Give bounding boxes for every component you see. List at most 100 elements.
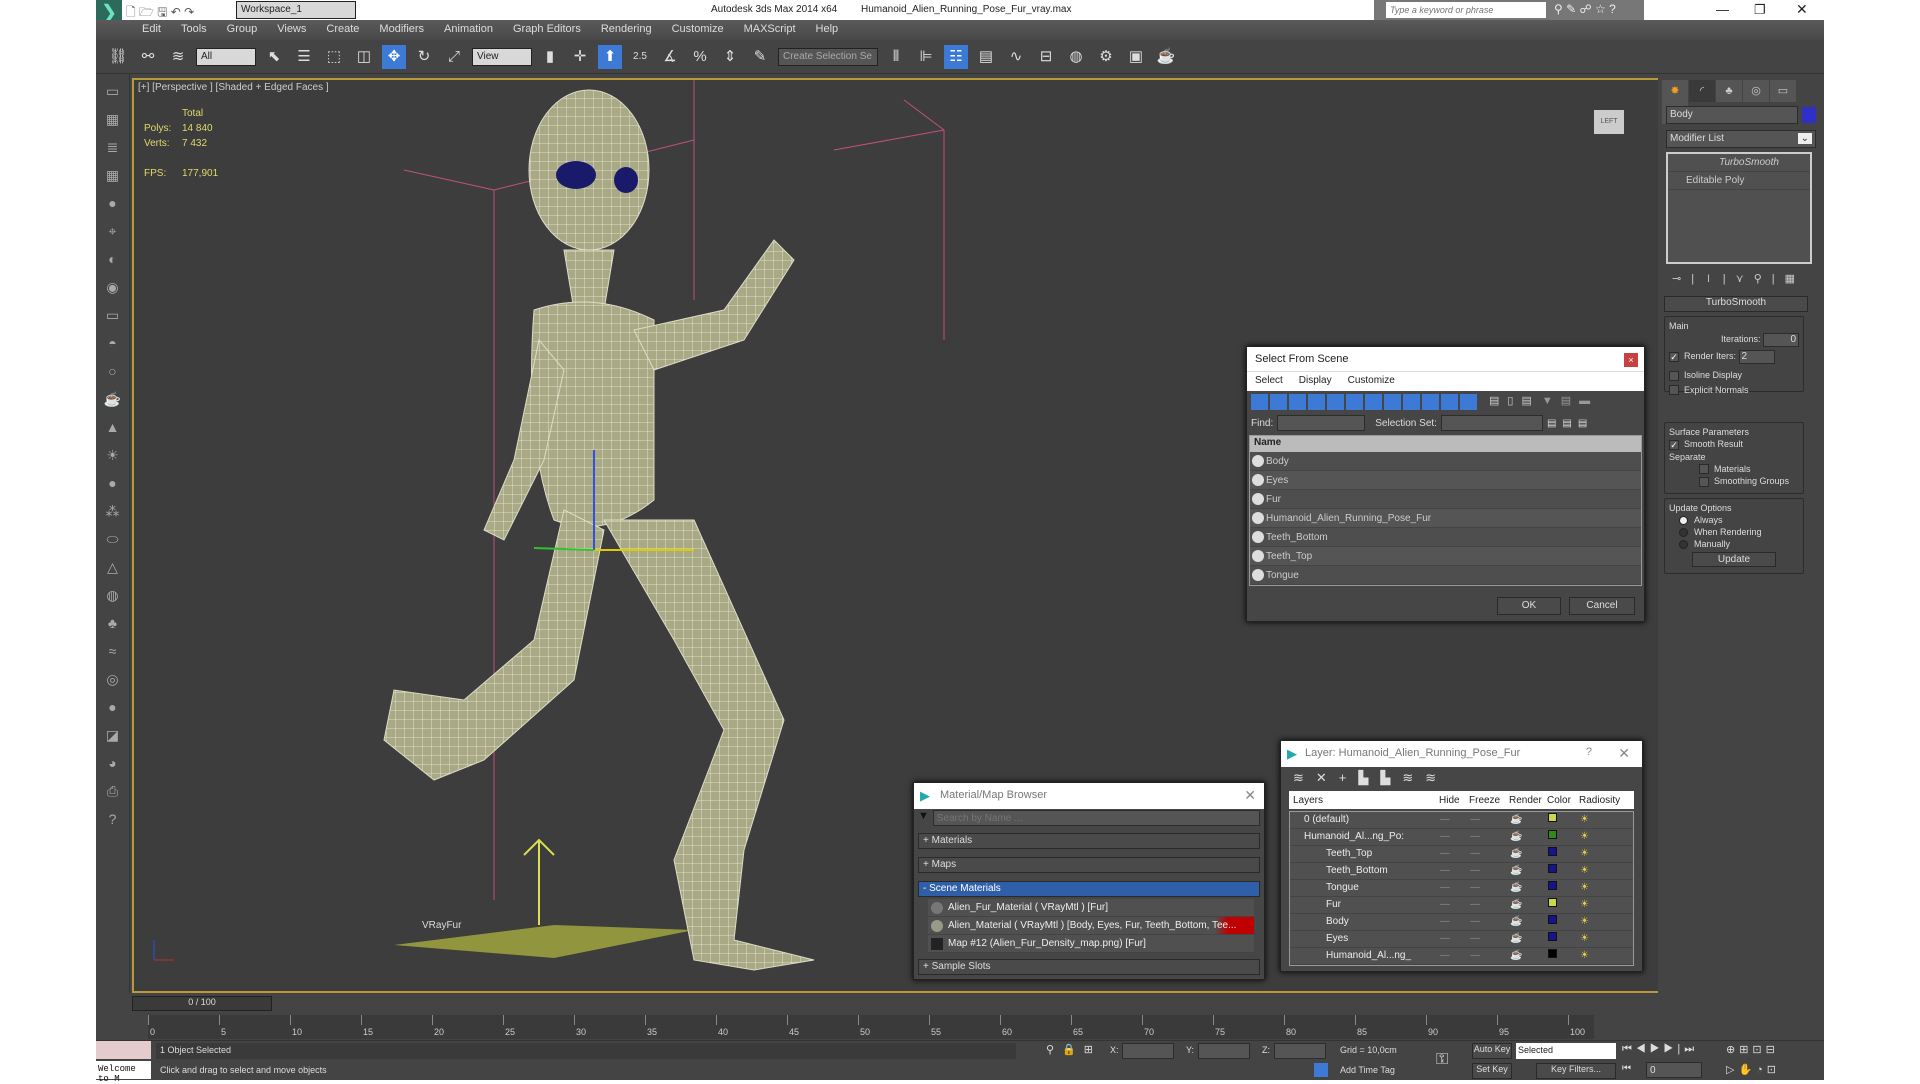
link-icon[interactable]: ⛓ [106,45,130,69]
menu-help[interactable]: Help [806,20,849,35]
motion-tab-icon[interactable]: ◎ [1743,80,1769,102]
explicit-normals-checkbox[interactable] [1669,385,1679,395]
freeze-toggle[interactable]: — [1470,811,1510,829]
freeze-toggle[interactable]: — [1470,862,1510,880]
named-selection-dropdown[interactable]: Create Selection Se [778,48,878,66]
when-rendering-radio[interactable] [1679,528,1688,537]
reference-coord-dropdown[interactable]: View [472,48,532,66]
edit-named-sets-icon[interactable]: ✎ [748,45,772,69]
helpers-filter-icon[interactable] [1327,394,1344,410]
modifier-list-dropdown[interactable]: Modifier List⌄ [1666,130,1816,148]
grid-icon[interactable]: ▦ [102,164,124,186]
curve-editor-icon[interactable]: ∿ [1004,45,1028,69]
freeze-toggle[interactable]: — [1470,930,1510,948]
render-sphere-icon[interactable]: ● [102,696,124,718]
hide-toggle[interactable]: — [1440,913,1470,931]
create-tab-icon[interactable]: ✸ [1662,80,1688,102]
viewport-nav-controls-2[interactable]: ▷✋◔⊡ [1726,1063,1780,1076]
scene-object-row[interactable]: Humanoid_Alien_Running_Pose_Fur [1250,509,1641,528]
menu-modifiers[interactable]: Modifiers [369,20,434,35]
minimize-button[interactable]: — [1716,2,1729,17]
film-icon[interactable]: ◉ [102,276,124,298]
key-mode-dropdown[interactable]: Selected [1516,1043,1616,1059]
object-name-field[interactable]: Body [1666,106,1798,124]
auto-key-button[interactable]: Auto Key [1472,1043,1512,1059]
select-object-icon[interactable]: ⬉ [262,45,286,69]
box-icon[interactable]: ▭ [102,304,124,326]
sphere-icon[interactable]: ○ [102,360,124,382]
x-coord-field[interactable] [1122,1043,1174,1059]
menu-tools[interactable]: Tools [171,20,217,35]
teapot-icon[interactable]: ☕ [102,388,124,410]
hide-toggle[interactable]: — [1440,845,1470,863]
hide-toggle[interactable]: — [1440,896,1470,914]
viewport-icon[interactable]: ▭ [102,80,124,102]
camera-icon[interactable]: ⌖ [102,220,124,242]
align-icon[interactable]: ⊫ [914,45,938,69]
geometry-filter-icon[interactable] [1251,394,1268,410]
frozen-filter-icon[interactable] [1441,394,1458,410]
menu-graph-editors[interactable]: Graph Editors [503,20,591,35]
material-item[interactable]: Alien_Fur_Material ( VRayMtl ) [Fur] [928,899,1254,917]
viewport-label[interactable]: [+] [Perspective ] [Shaded + Edged Faces… [138,82,329,93]
groups-filter-icon[interactable] [1365,394,1382,410]
render-teapot-icon[interactable]: ☕ [1510,828,1548,846]
current-frame-field[interactable]: 0 [1646,1062,1702,1078]
layer-color-swatch[interactable] [1548,932,1557,941]
layer-color-swatch[interactable] [1548,813,1557,822]
hidden-filter-icon[interactable] [1460,394,1477,410]
stack-item-turbosmooth[interactable]: TurboSmooth [1668,154,1810,172]
scene-object-row[interactable]: Tongue [1250,566,1641,585]
layer-color-swatch[interactable] [1548,898,1557,907]
map-item[interactable]: Map #12 (Alien_Fur_Density_map.png) [Fur… [928,935,1254,953]
sun-icon[interactable]: ☀ [102,444,124,466]
key-mode-toggle-icon[interactable]: ⏮ [1622,1063,1631,1074]
render-teapot-icon[interactable]: ☕ [1510,947,1548,965]
mirror-icon[interactable]: ⫴ [884,45,908,69]
radiosity-icon[interactable]: ☀ [1580,947,1589,965]
render-teapot-icon[interactable]: ☕ [1510,896,1548,914]
menu-group[interactable]: Group [217,20,268,35]
cone-icon[interactable]: ▲ [102,416,124,438]
cancel-button[interactable]: Cancel [1569,597,1635,615]
freeze-toggle[interactable]: — [1470,896,1510,914]
layer-row[interactable]: Humanoid_Al...ng_Po:——☕☀ [1290,829,1633,846]
pivot-icon[interactable]: ▮ [538,45,562,69]
select-by-name-icon[interactable]: ☰ [292,45,316,69]
menu-select[interactable]: Select [1255,375,1283,386]
layer-toolbar[interactable]: ≋✕+▙▙≋≋ [1281,767,1642,789]
material-editor-icon[interactable]: ◍ [1064,45,1088,69]
layer-color-swatch[interactable] [1548,847,1557,856]
radiosity-icon[interactable]: ☀ [1580,913,1589,931]
set-key-button[interactable]: Set Key [1472,1063,1512,1079]
set-key-icon[interactable]: ⚿ [1436,1051,1448,1069]
hide-toggle[interactable]: — [1440,930,1470,948]
rotate-icon[interactable]: ↻ [412,45,436,69]
radiosity-icon[interactable]: ☀ [1580,862,1589,880]
ball-icon[interactable]: ● [102,472,124,494]
shapes-filter-icon[interactable] [1270,394,1287,410]
menu-rendering[interactable]: Rendering [591,20,662,35]
layer-row[interactable]: Body——☕☀ [1290,914,1633,931]
freeze-toggle[interactable]: — [1470,879,1510,897]
col-layers[interactable]: Layers [1289,795,1439,806]
freeze-toggle[interactable]: — [1470,947,1510,965]
filter-icons[interactable]: ▼▤▬ [1542,394,1598,410]
scene-object-row[interactable]: Teeth_Top [1250,547,1641,566]
display-tab-icon[interactable]: ▭ [1770,80,1796,102]
track-bar[interactable]: 0510152025303540455055606570758085909510… [148,1015,1594,1039]
bind-spacewarp-icon[interactable]: ≋ [166,45,190,69]
material-item[interactable]: Alien_Material ( VRayMtl ) [Body, Eyes, … [928,917,1254,935]
radiosity-icon[interactable]: ☀ [1580,845,1589,863]
col-render[interactable]: Render [1509,795,1547,806]
scale-icon[interactable]: ⤢ [442,45,466,69]
close-button[interactable]: ✕ [1796,1,1808,18]
selection-filter-dropdown[interactable]: All [196,48,256,66]
rendered-frame-icon[interactable]: ▣ [1124,45,1148,69]
environment-icon[interactable]: ◕ [102,752,124,774]
ok-button[interactable]: OK [1497,597,1561,615]
hierarchy-tab-icon[interactable]: ♣ [1716,80,1742,102]
materials-checkbox[interactable] [1699,464,1709,474]
render-iters-spinner[interactable]: 2 [1739,350,1775,364]
time-slider[interactable]: 0 / 100 [132,996,272,1011]
